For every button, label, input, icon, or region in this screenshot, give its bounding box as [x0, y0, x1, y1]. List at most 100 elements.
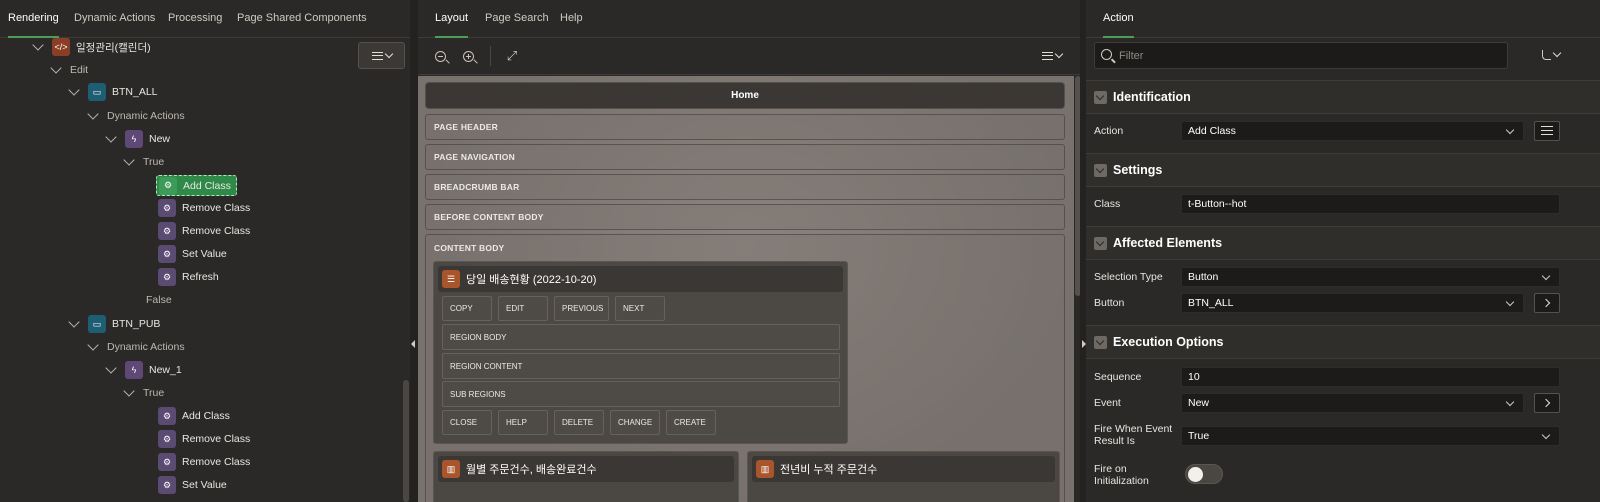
fire-when-select[interactable]: True [1181, 426, 1560, 446]
fire-on-init-toggle[interactable] [1185, 464, 1223, 484]
tree-node-dynamic-actions[interactable]: Dynamic Actions [87, 337, 185, 357]
event-select[interactable]: New [1181, 393, 1524, 413]
section-settings[interactable]: Settings [1086, 153, 1600, 187]
slot-sub-regions[interactable]: SUB REGIONS [442, 381, 840, 407]
slot-region-body[interactable]: REGION BODY [442, 324, 840, 350]
slot-region-content[interactable]: REGION CONTENT [442, 353, 840, 379]
button-select[interactable]: BTN_ALL [1181, 293, 1524, 313]
go-to-group-button[interactable] [1534, 44, 1568, 66]
tree-node-label: 일정관리(캘린더) [76, 41, 151, 54]
tree-node-label: BTN_PUB [112, 318, 161, 330]
tab-page-search[interactable]: Page Search [485, 12, 549, 24]
slot-page-navigation[interactable]: PAGE NAVIGATION [425, 144, 1065, 170]
bar-chart-icon: ▥ [756, 460, 774, 478]
chevron-down-icon[interactable] [68, 84, 80, 96]
slot-previous[interactable]: PREVIOUS [554, 296, 609, 321]
tab-action[interactable]: Action [1103, 12, 1134, 38]
slot-edit[interactable]: EDIT [498, 296, 548, 321]
action-list-button[interactable] [1534, 121, 1560, 141]
chevron-down-icon[interactable] [123, 154, 135, 166]
slot-change[interactable]: CHANGE [610, 410, 660, 435]
bar-chart-icon: ▥ [442, 460, 460, 478]
tab-rendering[interactable]: Rendering [8, 12, 59, 38]
section-execution-options[interactable]: Execution Options [1086, 325, 1600, 359]
region-yoy-orders[interactable]: ▥ 전년비 누적 주문건수 [747, 451, 1060, 502]
collapse-left-icon[interactable] [411, 340, 415, 348]
chevron-down-icon[interactable] [87, 108, 99, 120]
chevron-down-icon[interactable] [105, 362, 117, 374]
chevron-down-icon [1505, 297, 1515, 307]
go-to-event-button[interactable] [1534, 393, 1560, 413]
tree-node-page[interactable]: </> 일정관리(캘린더) [32, 38, 151, 57]
action-gear-icon: ⚙ [158, 245, 176, 263]
zoom-out-button[interactable] [430, 46, 450, 66]
chevron-down-icon[interactable] [68, 316, 80, 328]
tree-node-remove-class[interactable]: ⚙ Remove Class [158, 198, 250, 218]
layout-menu-button[interactable] [1037, 46, 1067, 66]
action-select[interactable]: Add Class [1181, 121, 1524, 141]
tree-node-add-class[interactable]: ⚙ Add Class [158, 406, 230, 426]
slot-page-header[interactable]: PAGE HEADER [425, 114, 1065, 140]
tree-node-true[interactable]: True [123, 152, 165, 172]
collapse-icon[interactable] [1094, 163, 1107, 177]
zoom-in-button[interactable] [458, 46, 478, 66]
chevron-down-icon[interactable] [105, 131, 117, 143]
tree-node-label: True [143, 156, 165, 168]
slot-help[interactable]: HELP [498, 410, 548, 435]
tree-node-new[interactable]: ϟ New [105, 129, 170, 149]
region-title: 월별 주문건수, 배송완료건수 [466, 464, 597, 476]
slot-breadcrumb-bar[interactable]: BREADCRUMB BAR [425, 174, 1065, 200]
tree-node-btn-all[interactable]: ▭ BTN_ALL [68, 82, 158, 102]
tab-page-shared-components[interactable]: Page Shared Components [237, 12, 367, 24]
tree-node-btn-pub[interactable]: ▭ BTN_PUB [68, 314, 161, 334]
tree-node-set-value[interactable]: ⚙ Set Value [158, 475, 227, 495]
action-gear-icon: ⚙ [158, 222, 176, 240]
slot-before-content-body[interactable]: BEFORE CONTENT BODY [425, 204, 1065, 230]
sequence-input[interactable]: 10 [1181, 367, 1560, 387]
tree-scrollbar[interactable] [403, 380, 409, 502]
chevron-down-icon[interactable] [50, 62, 62, 74]
slot-delete[interactable]: DELETE [554, 410, 604, 435]
action-gear-icon: ⚙ [158, 476, 176, 494]
selection-type-select[interactable]: Button [1181, 267, 1560, 287]
tab-help[interactable]: Help [560, 12, 583, 24]
tree-node-remove-class[interactable]: ⚙ Remove Class [158, 452, 250, 472]
search-icon [1101, 49, 1112, 60]
left-splitter[interactable] [410, 0, 418, 502]
collapse-icon[interactable] [1094, 90, 1107, 104]
section-affected-elements[interactable]: Affected Elements [1086, 226, 1600, 260]
section-identification[interactable]: Identification [1086, 80, 1600, 114]
tree-node-edit[interactable]: Edit [50, 60, 88, 80]
tab-processing[interactable]: Processing [168, 12, 222, 24]
collapse-icon[interactable] [1094, 335, 1107, 349]
slot-copy[interactable]: COPY [442, 296, 492, 321]
collapse-icon[interactable] [1094, 236, 1107, 250]
tab-dynamic-actions[interactable]: Dynamic Actions [74, 12, 155, 24]
tree-node-false[interactable]: False [146, 290, 172, 310]
tree-node-label: Add Class [183, 179, 231, 192]
chevron-down-icon[interactable] [32, 39, 44, 51]
tree-node-set-value[interactable]: ⚙ Set Value [158, 244, 227, 264]
expand-button[interactable]: ⤢ [502, 46, 522, 66]
expand-icon: ⤢ [506, 48, 518, 63]
slot-create[interactable]: CREATE [666, 410, 716, 435]
class-input[interactable]: t-Button--hot [1181, 194, 1560, 214]
chevron-down-icon[interactable] [87, 339, 99, 351]
slot-close[interactable]: CLOSE [442, 410, 492, 435]
tree-node-true[interactable]: True [123, 383, 164, 403]
filter-input[interactable] [1119, 43, 1504, 68]
tree-node-remove-class[interactable]: ⚙ Remove Class [158, 429, 250, 449]
tree-node-refresh[interactable]: ⚙ Refresh [158, 267, 219, 287]
tree-node-dynamic-actions[interactable]: Dynamic Actions [87, 106, 185, 126]
tab-layout[interactable]: Layout [435, 12, 469, 38]
region-daily-delivery[interactable]: ☰ 당일 배송현황 (2022-10-20) COPY EDIT PREVIOU… [433, 261, 848, 444]
tree-menu-button[interactable] [358, 42, 405, 69]
tree-node-new-1[interactable]: ϟ New_1 [105, 360, 182, 380]
slot-next[interactable]: NEXT [615, 296, 665, 321]
tree-node-remove-class[interactable]: ⚙ Remove Class [158, 221, 250, 241]
page-title-bar[interactable]: Home [425, 82, 1065, 109]
chevron-down-icon[interactable] [123, 385, 135, 397]
go-to-button-button[interactable] [1534, 293, 1560, 313]
region-monthly-orders[interactable]: ▥ 월별 주문건수, 배송완료건수 [433, 451, 739, 502]
tree-node-add-class-selected[interactable]: ⚙ Add Class [156, 175, 237, 196]
